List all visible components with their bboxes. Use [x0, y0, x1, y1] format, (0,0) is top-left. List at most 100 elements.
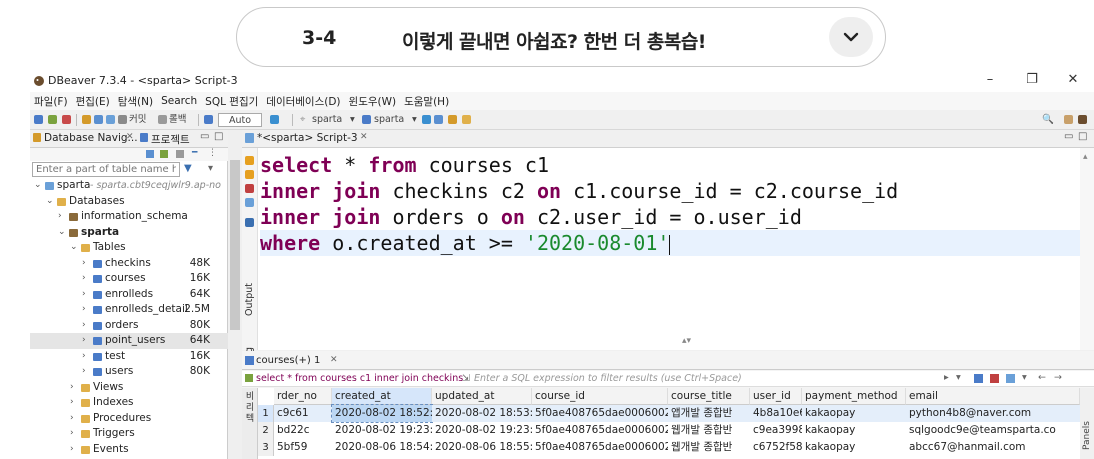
rollback-button[interactable]: 롤백	[169, 113, 186, 127]
table-filter-input[interactable]	[32, 162, 180, 177]
grid-cell[interactable]: kakaopay	[802, 405, 906, 422]
grid-cell[interactable]: 2020-08-02 18:52:44	[331, 404, 433, 423]
tree-node-connection[interactable]: ⌄ sparta - sparta.cbt9ceqjwlr9.ap-no	[30, 178, 228, 194]
collapse-arrow-icon[interactable]: ›	[58, 209, 62, 225]
view-menu-icon[interactable]: ⋮	[208, 148, 217, 158]
collapse-arrow-icon[interactable]: ›	[70, 442, 74, 458]
row-number[interactable]: 1	[258, 405, 274, 422]
tree-node-events[interactable]: › Events	[30, 442, 228, 458]
column-header-user-id[interactable]: user_id	[750, 388, 802, 405]
column-header-email[interactable]: email	[906, 388, 1080, 405]
menu-search[interactable]: Search	[157, 95, 201, 107]
grid-cell[interactable]: 4b8a10e6	[750, 405, 802, 422]
grid-cell[interactable]: abcc67@hanmail.com	[906, 439, 1080, 456]
filter-history-icon[interactable]: ▸	[944, 372, 949, 383]
disconnect-icon[interactable]	[62, 115, 71, 124]
collapse-arrow-icon[interactable]: ›	[82, 271, 86, 287]
tab-close-icon[interactable]: ✕	[330, 355, 338, 365]
connect-icon[interactable]	[48, 115, 57, 124]
grid-cell[interactable]: 2020-08-06 18:55:14	[432, 439, 532, 456]
grid-cell[interactable]: 2020-08-02 19:23:55	[432, 422, 532, 439]
tree-node-table[interactable]: › enrolleds_detail 2.5M	[30, 302, 228, 318]
scroll-up-icon[interactable]: ▴	[1083, 152, 1088, 162]
minimize-button[interactable]: –	[980, 72, 1000, 87]
tree-node-table[interactable]: › test 16K	[30, 349, 228, 365]
output-view-tab[interactable]: Output	[244, 283, 255, 316]
filter-options-icon[interactable]: ▾	[208, 163, 213, 174]
rollback-icon[interactable]	[158, 115, 167, 124]
dbeaver-perspective-icon[interactable]	[1078, 115, 1087, 124]
dropdown-icon[interactable]: ▾	[412, 113, 417, 127]
scrollbar-thumb[interactable]	[230, 160, 240, 330]
commit-button[interactable]: 커밋	[129, 113, 146, 127]
collapse-arrow-icon[interactable]: ›	[82, 287, 86, 303]
tree-node-table[interactable]: › enrolleds 64K	[30, 287, 228, 303]
navigator-scrollbar[interactable]	[228, 130, 242, 459]
commit-mode-select[interactable]: Auto	[218, 113, 263, 127]
print-icon[interactable]	[434, 115, 443, 124]
column-header-updated-at[interactable]: updated_at	[432, 388, 532, 405]
tab-results[interactable]: courses(+) 1	[256, 355, 320, 366]
expand-icon[interactable]: ⌄	[34, 178, 42, 194]
column-header-course-id[interactable]: course_id	[532, 388, 668, 405]
expand-icon[interactable]: ⌄	[58, 225, 66, 241]
collapse-arrow-icon[interactable]: ›	[70, 426, 74, 442]
collapse-all-icon[interactable]	[146, 150, 154, 158]
grid-cell[interactable]: kakaopay	[802, 439, 906, 456]
results-filter-input[interactable]: Enter a SQL expression to filter results…	[474, 373, 934, 384]
grid-cell[interactable]: 5bf59	[274, 439, 332, 456]
tree-node-views[interactable]: › Views	[30, 380, 228, 396]
search-icon[interactable]: 🔍	[1042, 113, 1054, 127]
collapse-arrow-icon[interactable]: ›	[82, 302, 86, 318]
column-header-payment-method[interactable]: payment_method	[802, 388, 906, 405]
tree-node-procedures[interactable]: › Procedures	[30, 411, 228, 427]
column-header-created-at[interactable]: created_at	[332, 388, 432, 405]
transaction-icon[interactable]	[94, 115, 103, 124]
panels-side-tab[interactable]: Panels	[1080, 410, 1094, 459]
grid-cell[interactable]: c9c61	[274, 405, 332, 422]
row-number[interactable]: 2	[258, 422, 274, 439]
pen-icon[interactable]	[448, 115, 457, 124]
grid-cell[interactable]: 2020-08-06 18:54:25	[332, 439, 432, 456]
grid-cell[interactable]: bd22c	[274, 422, 332, 439]
expand-icon[interactable]: ⌄	[70, 240, 78, 256]
history-icon[interactable]	[106, 115, 115, 124]
transaction-mode-icon[interactable]	[204, 115, 213, 124]
menu-navigate[interactable]: 탐색(N)	[114, 94, 157, 109]
column-header-course-title[interactable]: course_title	[668, 388, 750, 405]
row-number[interactable]: 3	[258, 439, 274, 456]
maximize-button[interactable]: ❐	[1022, 72, 1042, 87]
tab-projects[interactable]: 프로젝트	[151, 132, 190, 147]
grid-cell[interactable]: sqlgoodc9e@teamsparta.co	[906, 422, 1080, 439]
dropdown-icon[interactable]: ▾	[350, 113, 355, 127]
minimize-view-icon[interactable]: ▭	[200, 131, 209, 142]
grid-cell[interactable]: 웹개발 종합반	[668, 439, 750, 456]
tree-node-sparta-schema[interactable]: ⌄ sparta	[30, 225, 228, 241]
grid-cell[interactable]: 웹개발 종합반	[668, 422, 750, 439]
sash-handle-icon[interactable]: ▴▾	[682, 336, 691, 346]
filter-dropdown-icon[interactable]: ▾	[956, 372, 961, 383]
close-button[interactable]: ✕	[1063, 72, 1083, 87]
column-header-order-no[interactable]: rder_no	[274, 388, 332, 405]
tab-database-navigator[interactable]: Database Navig...	[44, 132, 138, 144]
grid-cell[interactable]: python4b8@naver.com	[906, 405, 1080, 422]
apply-filter-icon[interactable]	[974, 374, 983, 383]
minimize-view-icon[interactable]: ▭	[1064, 131, 1073, 142]
active-connection-select[interactable]: sparta	[312, 113, 342, 127]
grid-cell[interactable]: 앱개발 종합반	[668, 405, 750, 422]
settings-icon[interactable]	[245, 218, 254, 227]
grid-cell[interactable]: 5f0ae408765dae0006002816	[532, 422, 668, 439]
collapse-icon[interactable]: ━	[192, 148, 197, 158]
collapse-arrow-icon[interactable]: ›	[82, 333, 86, 349]
menu-window[interactable]: 윈도우(W)	[345, 94, 401, 109]
tree-node-indexes[interactable]: › Indexes	[30, 395, 228, 411]
perspective-icon[interactable]	[1064, 115, 1073, 124]
clear-filter-icon[interactable]	[990, 374, 999, 383]
grid-cell[interactable]: kakaopay	[802, 422, 906, 439]
maximize-view-icon[interactable]: □	[1078, 131, 1087, 142]
tree-node-triggers[interactable]: › Triggers	[30, 426, 228, 442]
tab-script-3[interactable]: *<sparta> Script-3	[257, 132, 358, 144]
explain-plan-icon[interactable]	[245, 184, 254, 193]
menu-file[interactable]: 파일(F)	[30, 94, 72, 109]
tree-node-table-selected[interactable]: › point_users 64K	[30, 333, 228, 349]
